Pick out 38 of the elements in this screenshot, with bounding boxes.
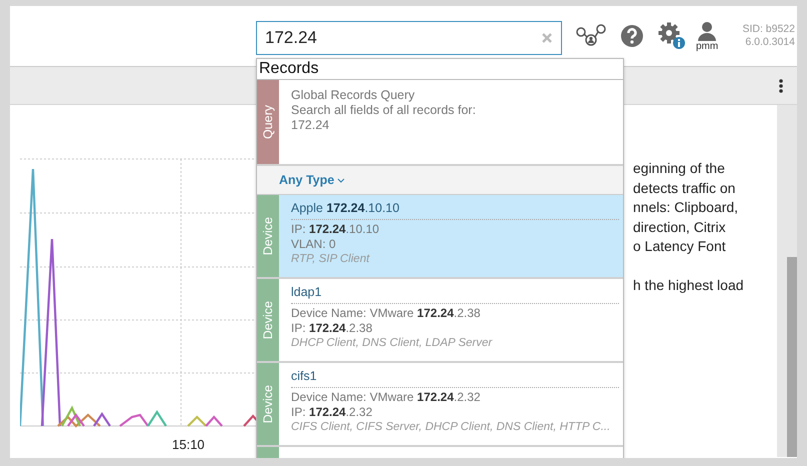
global-query-item[interactable]: Query Global Records Query Search all fields of all records for: 172.24: [257, 80, 623, 166]
more-options-icon[interactable]: [779, 78, 783, 92]
device-services: CIFS Client, CIFS Server, DHCP Client, DNS Client, HTTP C...: [291, 420, 612, 435]
axis-label: 15:10: [172, 437, 205, 452]
search-field[interactable]: 172.24: [256, 21, 562, 55]
description-text: o Latency Font: [633, 237, 727, 256]
device-name: ldap1: [291, 285, 323, 300]
device-detail: Device Name: VMware 172.24.2.38: [291, 306, 482, 321]
device-result[interactable]: Device cifs1 Device Name: VMware 172.24.2.32 IP: 172.24.2.32 CIFS Client, CIFS Server, DHCP Client, DNS Client, HTTP C...: [257, 363, 623, 447]
device-detail: IP: 172.24.10.10: [291, 222, 380, 237]
device-detail: IP: 172.24.2.38: [291, 321, 374, 336]
description-text: eginning of the: [633, 159, 726, 178]
device-name: Apple 172.24.10.10: [291, 201, 400, 216]
description-text: detects traffic on: [633, 178, 736, 198]
device-detail: Device Name: VMware 172.24.2.32: [291, 390, 482, 405]
device-result[interactable]: Device Apple 172.24.10.10 IP: 172.24.10.10 VLAN: 0 RTP, SIP Client: [257, 195, 623, 279]
device-detail: VLAN: 0: [291, 237, 337, 252]
device-name: cifs1: [291, 369, 318, 384]
query-description: Search all fields of all records for:: [291, 103, 476, 118]
device-services: DHCP Client, DNS Client, LDAP Server: [291, 336, 494, 351]
network-icon[interactable]: [576, 24, 606, 48]
device-services: RTP, SIP Client: [291, 252, 371, 267]
user-name[interactable]: pmm: [696, 40, 718, 52]
version-number: 6.0.0.3014: [745, 36, 795, 49]
help-icon[interactable]: [620, 24, 644, 48]
query-title: Global Records Query: [291, 88, 416, 103]
device-detail: IP: 172.24.2.32: [291, 405, 374, 420]
description-text: h the highest load: [633, 276, 745, 295]
description-text: direction, Citrix: [633, 218, 727, 236]
query-term: 172.24: [291, 118, 330, 133]
chevron-icon: [337, 178, 346, 182]
user-icon[interactable]: [697, 20, 718, 40]
device-result[interactable]: Device ldap1 Device Name: VMware 172.24.2.38 IP: 172.24.2.38 DHCP Client, DNS Client, LDAP Server: [257, 279, 623, 363]
settings-icon[interactable]: [658, 22, 686, 50]
session-id: SID: b9522: [742, 23, 795, 36]
description-text: nnels: Clipboard,: [633, 198, 740, 217]
type-filter-dropdown[interactable]: Any Type: [279, 173, 346, 187]
scrollbar-thumb[interactable]: [786, 257, 797, 457]
